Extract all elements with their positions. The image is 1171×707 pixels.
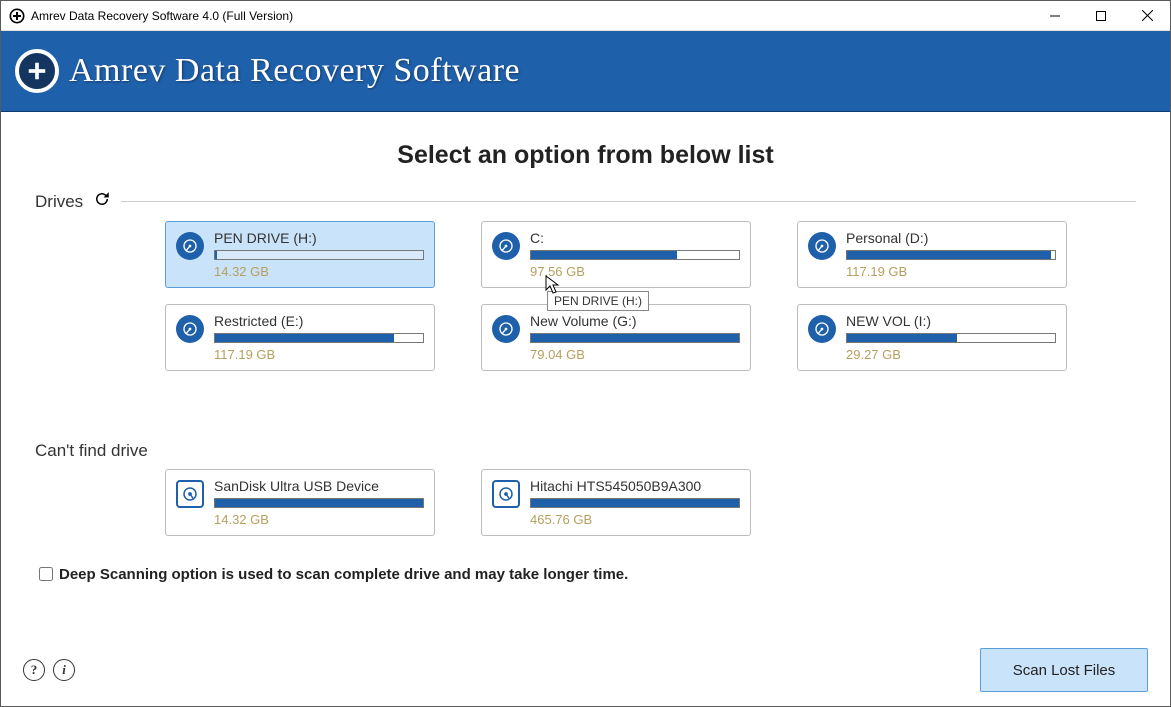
app-icon [9, 8, 25, 24]
drive-size: 117.19 GB [846, 264, 1056, 279]
physical-disk-icon [176, 480, 204, 508]
help-button[interactable]: ? [23, 659, 45, 681]
physical-drive-card[interactable]: Hitachi HTS545050B9A300 465.76 GB [481, 469, 751, 536]
refresh-icon[interactable] [93, 190, 111, 213]
drive-card[interactable]: NEW VOL (I:) 29.27 GB [797, 304, 1067, 371]
usage-bar [846, 250, 1056, 260]
usage-bar [214, 333, 424, 343]
window-title: Amrev Data Recovery Software 4.0 (Full V… [31, 9, 1032, 23]
page-heading: Select an option from below list [35, 141, 1136, 170]
cant-find-section-label: Can't find drive [35, 441, 148, 461]
tooltip: PEN DRIVE (H:) [547, 291, 649, 311]
drive-size: 79.04 GB [530, 347, 740, 362]
drive-name: Personal (D:) [846, 230, 1056, 246]
usage-bar [846, 333, 1056, 343]
deep-scan-label: Deep Scanning option is used to scan com… [59, 566, 628, 583]
physical-disk-icon [492, 480, 520, 508]
drive-size: 117.19 GB [214, 347, 424, 362]
drive-name: New Volume (G:) [530, 313, 740, 329]
usage-bar [530, 333, 740, 343]
usage-bar [214, 498, 424, 508]
disk-icon [176, 315, 204, 343]
info-button[interactable]: i [53, 659, 75, 681]
scan-button-label: Scan Lost Files [1013, 662, 1116, 679]
drive-name: SanDisk Ultra USB Device [214, 478, 424, 494]
drive-size: 14.32 GB [214, 512, 424, 527]
usage-bar [214, 250, 424, 260]
disk-icon [808, 315, 836, 343]
disk-icon [176, 232, 204, 260]
title-bar: Amrev Data Recovery Software 4.0 (Full V… [1, 1, 1170, 31]
disk-icon [492, 232, 520, 260]
drive-size: 29.27 GB [846, 347, 1056, 362]
logo-icon [15, 49, 59, 93]
disk-icon [492, 315, 520, 343]
usage-bar [530, 250, 740, 260]
drive-card[interactable]: C: 97.56 GB [481, 221, 751, 288]
drive-name: NEW VOL (I:) [846, 313, 1056, 329]
app-banner: Amrev Data Recovery Software [1, 31, 1170, 111]
drive-card[interactable]: Personal (D:) 117.19 GB [797, 221, 1067, 288]
drive-card[interactable]: Restricted (E:) 117.19 GB [165, 304, 435, 371]
drive-size: 14.32 GB [214, 264, 424, 279]
app-title: Amrev Data Recovery Software [69, 52, 520, 90]
drive-card[interactable]: PEN DRIVE (H:) 14.32 GB [165, 221, 435, 288]
drive-name: PEN DRIVE (H:) [214, 230, 424, 246]
disk-icon [808, 232, 836, 260]
drive-name: Restricted (E:) [214, 313, 424, 329]
drive-size: 97.56 GB [530, 264, 740, 279]
scan-lost-files-button[interactable]: Scan Lost Files [980, 648, 1148, 692]
drives-section-label: Drives [35, 192, 83, 212]
drive-size: 465.76 GB [530, 512, 740, 527]
usage-bar [530, 498, 740, 508]
maximize-button[interactable] [1078, 1, 1124, 30]
drive-name: C: [530, 230, 740, 246]
physical-drive-card[interactable]: SanDisk Ultra USB Device 14.32 GB [165, 469, 435, 536]
deep-scan-checkbox[interactable] [39, 567, 53, 581]
drive-card[interactable]: New Volume (G:) 79.04 GB [481, 304, 751, 371]
drive-name: Hitachi HTS545050B9A300 [530, 478, 740, 494]
minimize-button[interactable] [1032, 1, 1078, 30]
divider [121, 201, 1136, 202]
close-button[interactable] [1124, 1, 1170, 30]
